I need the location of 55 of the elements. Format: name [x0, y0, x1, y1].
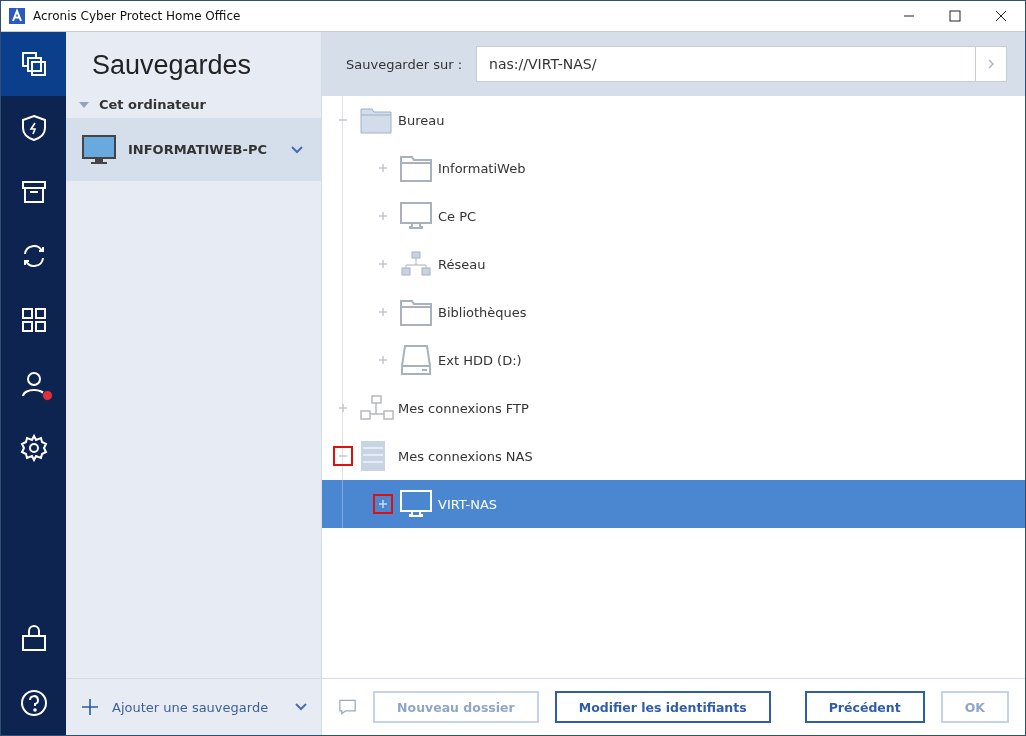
copy-icon — [19, 50, 48, 78]
backup-item[interactable]: INFORMATIWEB-PC — [66, 118, 321, 181]
chevron-right-icon — [988, 59, 994, 69]
grid-icon — [19, 306, 48, 334]
chevron-down-icon — [295, 703, 307, 711]
tree-item[interactable]: Mes connexions FTP — [322, 384, 1025, 432]
tree-item-label: Ce PC — [438, 208, 477, 224]
window-title: Acronis Cyber Protect Home Office — [33, 9, 241, 23]
archive-box-icon — [19, 178, 48, 206]
tree-item[interactable]: InformatiWeb — [322, 144, 1025, 192]
monitor-icon — [82, 134, 116, 165]
monitor-icon — [400, 490, 432, 518]
add-backup-button[interactable]: Ajouter une sauvegarde — [66, 678, 321, 735]
page-title: Sauvegardes — [92, 50, 253, 81]
destination-label: Sauvegarder sur : — [346, 56, 463, 72]
shield-icon — [19, 114, 48, 142]
hard-drive-icon — [400, 344, 432, 376]
tree-item[interactable]: Ce PC — [322, 192, 1025, 240]
path-field[interactable]: nas://VIRT-NAS/ — [476, 46, 975, 82]
tree-item-label: Mes connexions FTP — [398, 400, 529, 416]
app-logo — [9, 8, 25, 24]
tree-item[interactable]: Bureau — [322, 96, 1025, 144]
tree-item-label: VIRT-NAS — [438, 496, 498, 512]
dialog-button[interactable]: Précédent — [804, 691, 925, 723]
group-label: Cet ordinateur — [99, 97, 206, 112]
tree-item[interactable]: Réseau — [322, 240, 1025, 288]
collapse-icon[interactable] — [333, 446, 353, 466]
tree-item[interactable]: Ext HDD (D:) — [322, 336, 1025, 384]
tree-item-label: Mes connexions NAS — [398, 448, 533, 464]
help-icon — [19, 689, 48, 717]
tree-item-label: Ext HDD (D:) — [438, 352, 522, 368]
shopping-bag-icon — [19, 625, 48, 653]
folder-icon — [360, 106, 392, 134]
chevron-down-icon — [291, 145, 303, 154]
tree-item-label: InformatiWeb — [438, 160, 526, 176]
tree-item[interactable]: Bibliothèques — [322, 288, 1025, 336]
dialog-button[interactable]: Modifier les identifiants — [554, 691, 771, 723]
notification-dot — [42, 390, 53, 401]
nav-tab[interactable] — [1, 32, 66, 96]
folder-icon — [400, 154, 432, 182]
folder-icon — [400, 298, 432, 326]
network-folders-icon — [360, 394, 394, 422]
expand-icon[interactable] — [373, 494, 393, 514]
maximize-icon[interactable] — [949, 10, 961, 22]
tree-item-label: Bibliothèques — [438, 304, 527, 320]
plus-icon — [82, 699, 98, 715]
settings-icon — [19, 434, 48, 462]
close-icon[interactable] — [995, 10, 1007, 22]
tree-item[interactable]: VIRT-NAS — [322, 480, 1025, 528]
tree-item-label: Bureau — [398, 112, 445, 128]
server-icon — [360, 440, 386, 472]
network-icon — [400, 250, 432, 278]
tree-item-label: Réseau — [438, 256, 486, 272]
monitor-icon — [400, 202, 432, 230]
tree-item[interactable]: Mes connexions NAS — [322, 432, 1025, 480]
